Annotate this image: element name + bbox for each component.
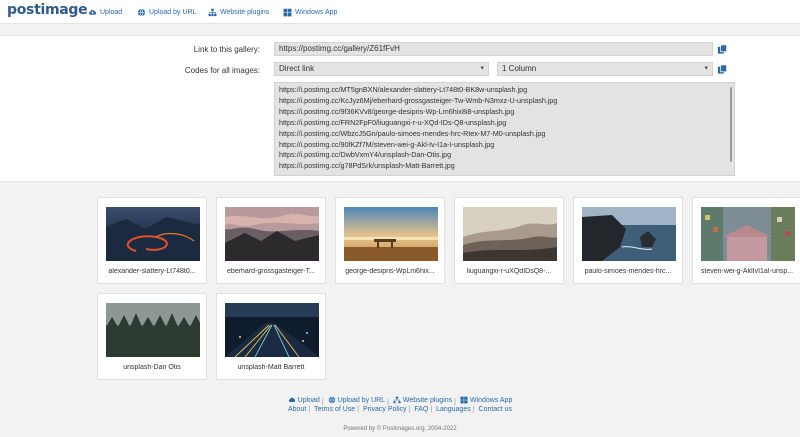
code-line: https://i.postimg.cc/MT5gnBXN/alexander-… <box>279 85 528 94</box>
nav-website-plugins-label: Website plugins <box>220 8 270 16</box>
nav-upload-label: Upload <box>100 8 123 16</box>
postimage-logo[interactable]: postimage <box>7 2 88 18</box>
windows-icon <box>283 8 292 16</box>
thumbnail-card[interactable]: eberhard-grossgasteiger-T... <box>216 197 326 284</box>
powered-by-text: Powered by © Postimages.org, 2004-2022 <box>343 426 457 432</box>
cloud-upload-icon <box>89 9 97 15</box>
chevron-down-icon: ▾ <box>704 65 708 72</box>
thumbnail-image-misty-hills <box>463 207 557 261</box>
thumbnail-caption: george-desipris-WpLm6hix... <box>345 268 435 275</box>
nav-windows-app-link[interactable]: Windows App <box>283 6 337 18</box>
thumbnail-caption: unsplash-Dan Otis <box>123 364 181 371</box>
nav-upload-by-url-label: Upload by URL <box>149 8 197 16</box>
copy-link-icon[interactable] <box>717 44 728 55</box>
footer-secondary-links: About | Terms of Use | Privacy Policy | FAQ… <box>287 406 513 413</box>
footer-windows-app-label: Windows App <box>469 396 513 404</box>
columns-value: 1 Column <box>502 64 537 73</box>
thumbnail-caption: unsplash-Matt Barrett <box>237 364 305 371</box>
thumbnail-card[interactable]: unsplash-Matt Barrett <box>216 293 326 380</box>
code-line: https://i.postimg.cc/g78PdSrk/unsplash-M… <box>279 161 455 171</box>
code-line: https://i.postimg.cc/DwbVxmY4/unsplash-D… <box>279 150 452 160</box>
thumbnail-caption: liuguangxi-r-uXQdIDsQ8-... <box>466 268 552 275</box>
footer-upload-by-url-label: Upload by URL <box>337 396 386 404</box>
footer-website-plugins-link[interactable]: Website plugins <box>393 396 452 404</box>
thumbnail-image-city-lights <box>225 303 319 357</box>
thumbnail-card[interactable]: steven-wei-g-AklIvI1aI-unsp... <box>692 197 800 284</box>
code-type-value: Direct link <box>279 64 315 73</box>
thumbnail-caption: paulo-simoes-mendes-hrc... <box>584 268 672 275</box>
footer-contact-link[interactable]: Contact us <box>479 406 512 413</box>
thumbnail-card[interactable]: unsplash-Dan Otis <box>97 293 207 380</box>
code-line: https://i.postimg.cc/9f36KVv8/george-des… <box>279 106 515 116</box>
footer-website-plugins-label: Website plugins <box>402 396 453 404</box>
columns-select[interactable]: 1 Column ▾ <box>497 62 713 76</box>
code-line: https://i.postimg.cc/WbzcJ5Gn/paulo-simo… <box>279 128 546 138</box>
footer-upload-link[interactable]: Upload <box>288 396 320 404</box>
gallery-link-label: Link to this gallery: <box>193 45 260 54</box>
thumbnail-image-mountain-clouds <box>225 207 319 261</box>
footer-faq-link[interactable]: FAQ <box>414 406 428 413</box>
footer-privacy-link[interactable]: Privacy Policy <box>363 406 407 413</box>
footer-upload-label: Upload <box>297 396 320 404</box>
codes-textarea[interactable]: https://i.postimg.cc/MT5gnBXN/alexander-… <box>274 82 735 176</box>
footer-languages-link[interactable]: Languages <box>436 406 471 413</box>
globe-icon <box>137 8 146 16</box>
thumbnail-card[interactable]: george-desipris-WpLm6hix... <box>335 197 445 284</box>
gallery-link-field[interactable]: https://postimg.cc/gallery/Z61fFvH <box>274 42 713 56</box>
thumbnail-card[interactable]: paulo-simoes-mendes-hrc... <box>573 197 683 284</box>
codes-scrollbar[interactable] <box>730 87 732 162</box>
nav-website-plugins-link[interactable]: Website plugins <box>208 6 269 18</box>
copy-codes-icon[interactable] <box>717 64 728 75</box>
nav-windows-app-label: Windows App <box>295 8 338 16</box>
footer-primary-links: Upload | Upload by URL | Website plugins… <box>0 396 800 406</box>
code-type-select[interactable]: Direct link ▾ <box>274 62 489 76</box>
sitemap-icon <box>393 396 401 404</box>
thumbnail-image-colorful-houses <box>701 207 795 261</box>
code-line: https://i.postimg.cc/90fKZf7M/steven-wei… <box>279 139 495 149</box>
chevron-down-icon: ▾ <box>480 65 484 72</box>
footer-terms-link[interactable]: Terms of Use <box>314 406 355 413</box>
footer-upload-by-url-link[interactable]: Upload by URL <box>328 396 385 404</box>
thumbnail-caption: steven-wei-g-AklIvI1aI-unsp... <box>700 268 794 275</box>
thumbnail-card[interactable]: liuguangxi-r-uXQdIDsQ8-... <box>454 197 564 284</box>
thumbnail-image-sea-cliffs <box>582 207 676 261</box>
globe-icon <box>328 396 335 404</box>
thumbnail-image-terrace-sunset <box>344 207 438 261</box>
code-line: https://i.postimg.cc/FRN2FpF0/liuguangxi… <box>279 117 507 127</box>
code-line: https://i.postimg.cc/KcJyz6Mj/eberhard-g… <box>279 95 558 105</box>
thumbnail-caption: alexander-slattery-Lt748t0... <box>108 268 196 275</box>
footer-windows-app-link[interactable]: Windows App <box>460 396 512 404</box>
thumbnail-caption: eberhard-grossgasteiger-T... <box>227 268 315 275</box>
thumbnail-image-road-night <box>106 207 200 261</box>
sitemap-icon <box>208 8 217 16</box>
codes-label: Codes for all images: <box>184 66 260 75</box>
codes-list: https://i.postimg.cc/MT5gnBXN/alexander-… <box>275 83 734 172</box>
footer-about-link[interactable]: About <box>288 406 306 413</box>
cloud-upload-icon <box>288 397 295 402</box>
thumbnail-image-foggy-forest <box>106 303 200 357</box>
thumbnail-card[interactable]: alexander-slattery-Lt748t0... <box>97 197 207 284</box>
windows-icon <box>460 396 468 404</box>
nav-upload-link[interactable]: Upload <box>88 6 122 18</box>
top-navigation-bar: postimage Upload Upload by URL Website p… <box>0 0 800 24</box>
nav-upload-by-url-link[interactable]: Upload by URL <box>137 6 196 18</box>
